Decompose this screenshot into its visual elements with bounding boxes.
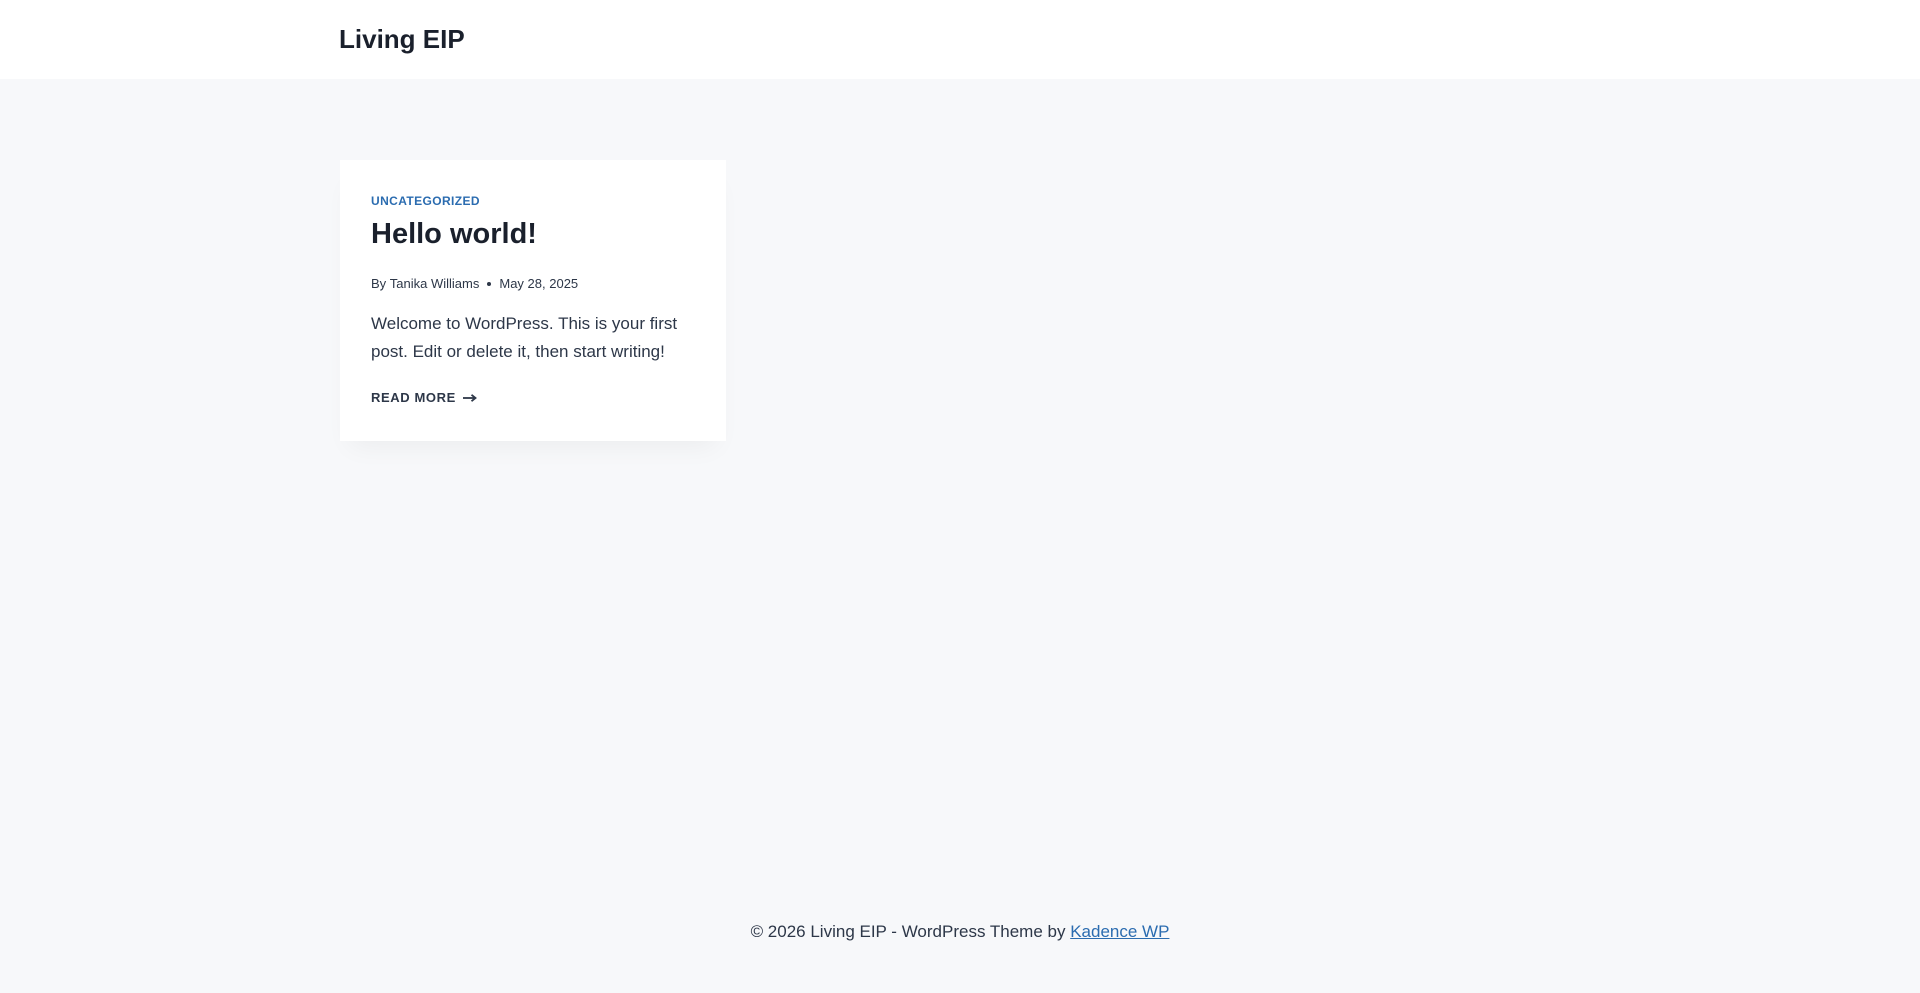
read-more-label: Read More bbox=[371, 390, 456, 405]
author-by-label: By bbox=[371, 276, 387, 291]
post-excerpt: Welcome to WordPress. This is your first… bbox=[371, 314, 678, 361]
footer-copyright-text: © 2026 Living EIP - WordPress Theme by bbox=[750, 922, 1066, 941]
post-title-link[interactable]: Hello world! bbox=[371, 215, 537, 253]
site-title-link[interactable]: Living EIP bbox=[339, 22, 465, 56]
post-meta: By Tanika Williams May 28, 2025 bbox=[371, 275, 578, 293]
post-date: May 28, 2025 bbox=[499, 276, 579, 291]
post-card: Uncategorized Hello world! By Tanika Wil… bbox=[340, 160, 726, 441]
site-footer: © 2026 Living EIP - WordPress Theme by K… bbox=[0, 918, 1920, 946]
author-link[interactable]: Tanika Williams bbox=[390, 275, 480, 293]
read-more-link[interactable]: Read More bbox=[371, 389, 477, 407]
footer-kadence-link[interactable]: Kadence WP bbox=[1070, 922, 1169, 941]
meta-separator-dot bbox=[487, 282, 492, 286]
long-arrow-right-icon bbox=[462, 394, 477, 402]
post-category-link[interactable]: Uncategorized bbox=[371, 193, 480, 209]
site-header: Living EIP bbox=[0, 0, 1920, 79]
